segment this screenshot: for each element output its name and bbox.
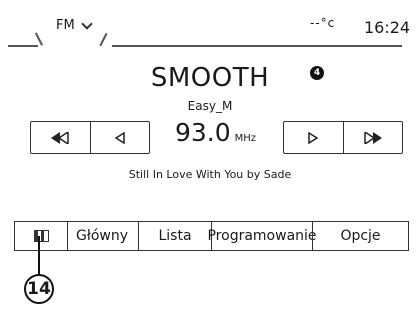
seek-back-icon xyxy=(51,131,69,144)
frequency-unit: MHz xyxy=(234,133,257,144)
step-back-button[interactable] xyxy=(89,122,150,153)
clock: 16:24 xyxy=(364,18,411,37)
callout-leader-line xyxy=(38,236,40,276)
top-bar-divider-slant-left xyxy=(35,32,44,46)
seek-back-button[interactable] xyxy=(31,122,90,153)
tab-bar: Główny Lista Programowanie Opcje xyxy=(14,221,409,251)
tab-main[interactable]: Główny xyxy=(67,222,138,250)
top-bar-divider-main xyxy=(112,45,402,47)
tab-list[interactable]: Lista xyxy=(138,222,211,250)
top-bar-divider-left xyxy=(8,45,38,47)
tab-options[interactable]: Opcje xyxy=(312,222,408,250)
step-forward-button[interactable] xyxy=(284,122,343,153)
tab-programming[interactable]: Programowanie xyxy=(207,222,317,250)
step-back-icon xyxy=(114,131,125,144)
temperature-readout: --°c xyxy=(310,16,336,30)
seek-forward-icon xyxy=(364,131,382,144)
step-forward-icon xyxy=(308,131,319,144)
seek-forward-button[interactable] xyxy=(342,122,403,153)
station-name: SMOOTH xyxy=(150,63,270,93)
source-label: FM xyxy=(56,18,75,33)
callout-number: 14 xyxy=(24,274,54,304)
flag-icon xyxy=(33,230,49,242)
tab-flag[interactable] xyxy=(15,222,67,250)
station-subtitle: Easy_M xyxy=(187,99,233,113)
callout-badge: 4 xyxy=(310,66,324,80)
top-bar-divider-slant-right xyxy=(99,32,108,47)
source-selector[interactable]: FM xyxy=(56,17,93,33)
chevron-down-icon xyxy=(81,17,93,30)
seek-controls-left xyxy=(30,121,150,154)
seek-controls-right xyxy=(283,121,403,154)
frequency-value: 93.0 xyxy=(174,118,231,147)
frequency-display: 93.0 MHz xyxy=(148,118,283,147)
now-playing: Still In Love With You by Sade xyxy=(128,168,292,181)
